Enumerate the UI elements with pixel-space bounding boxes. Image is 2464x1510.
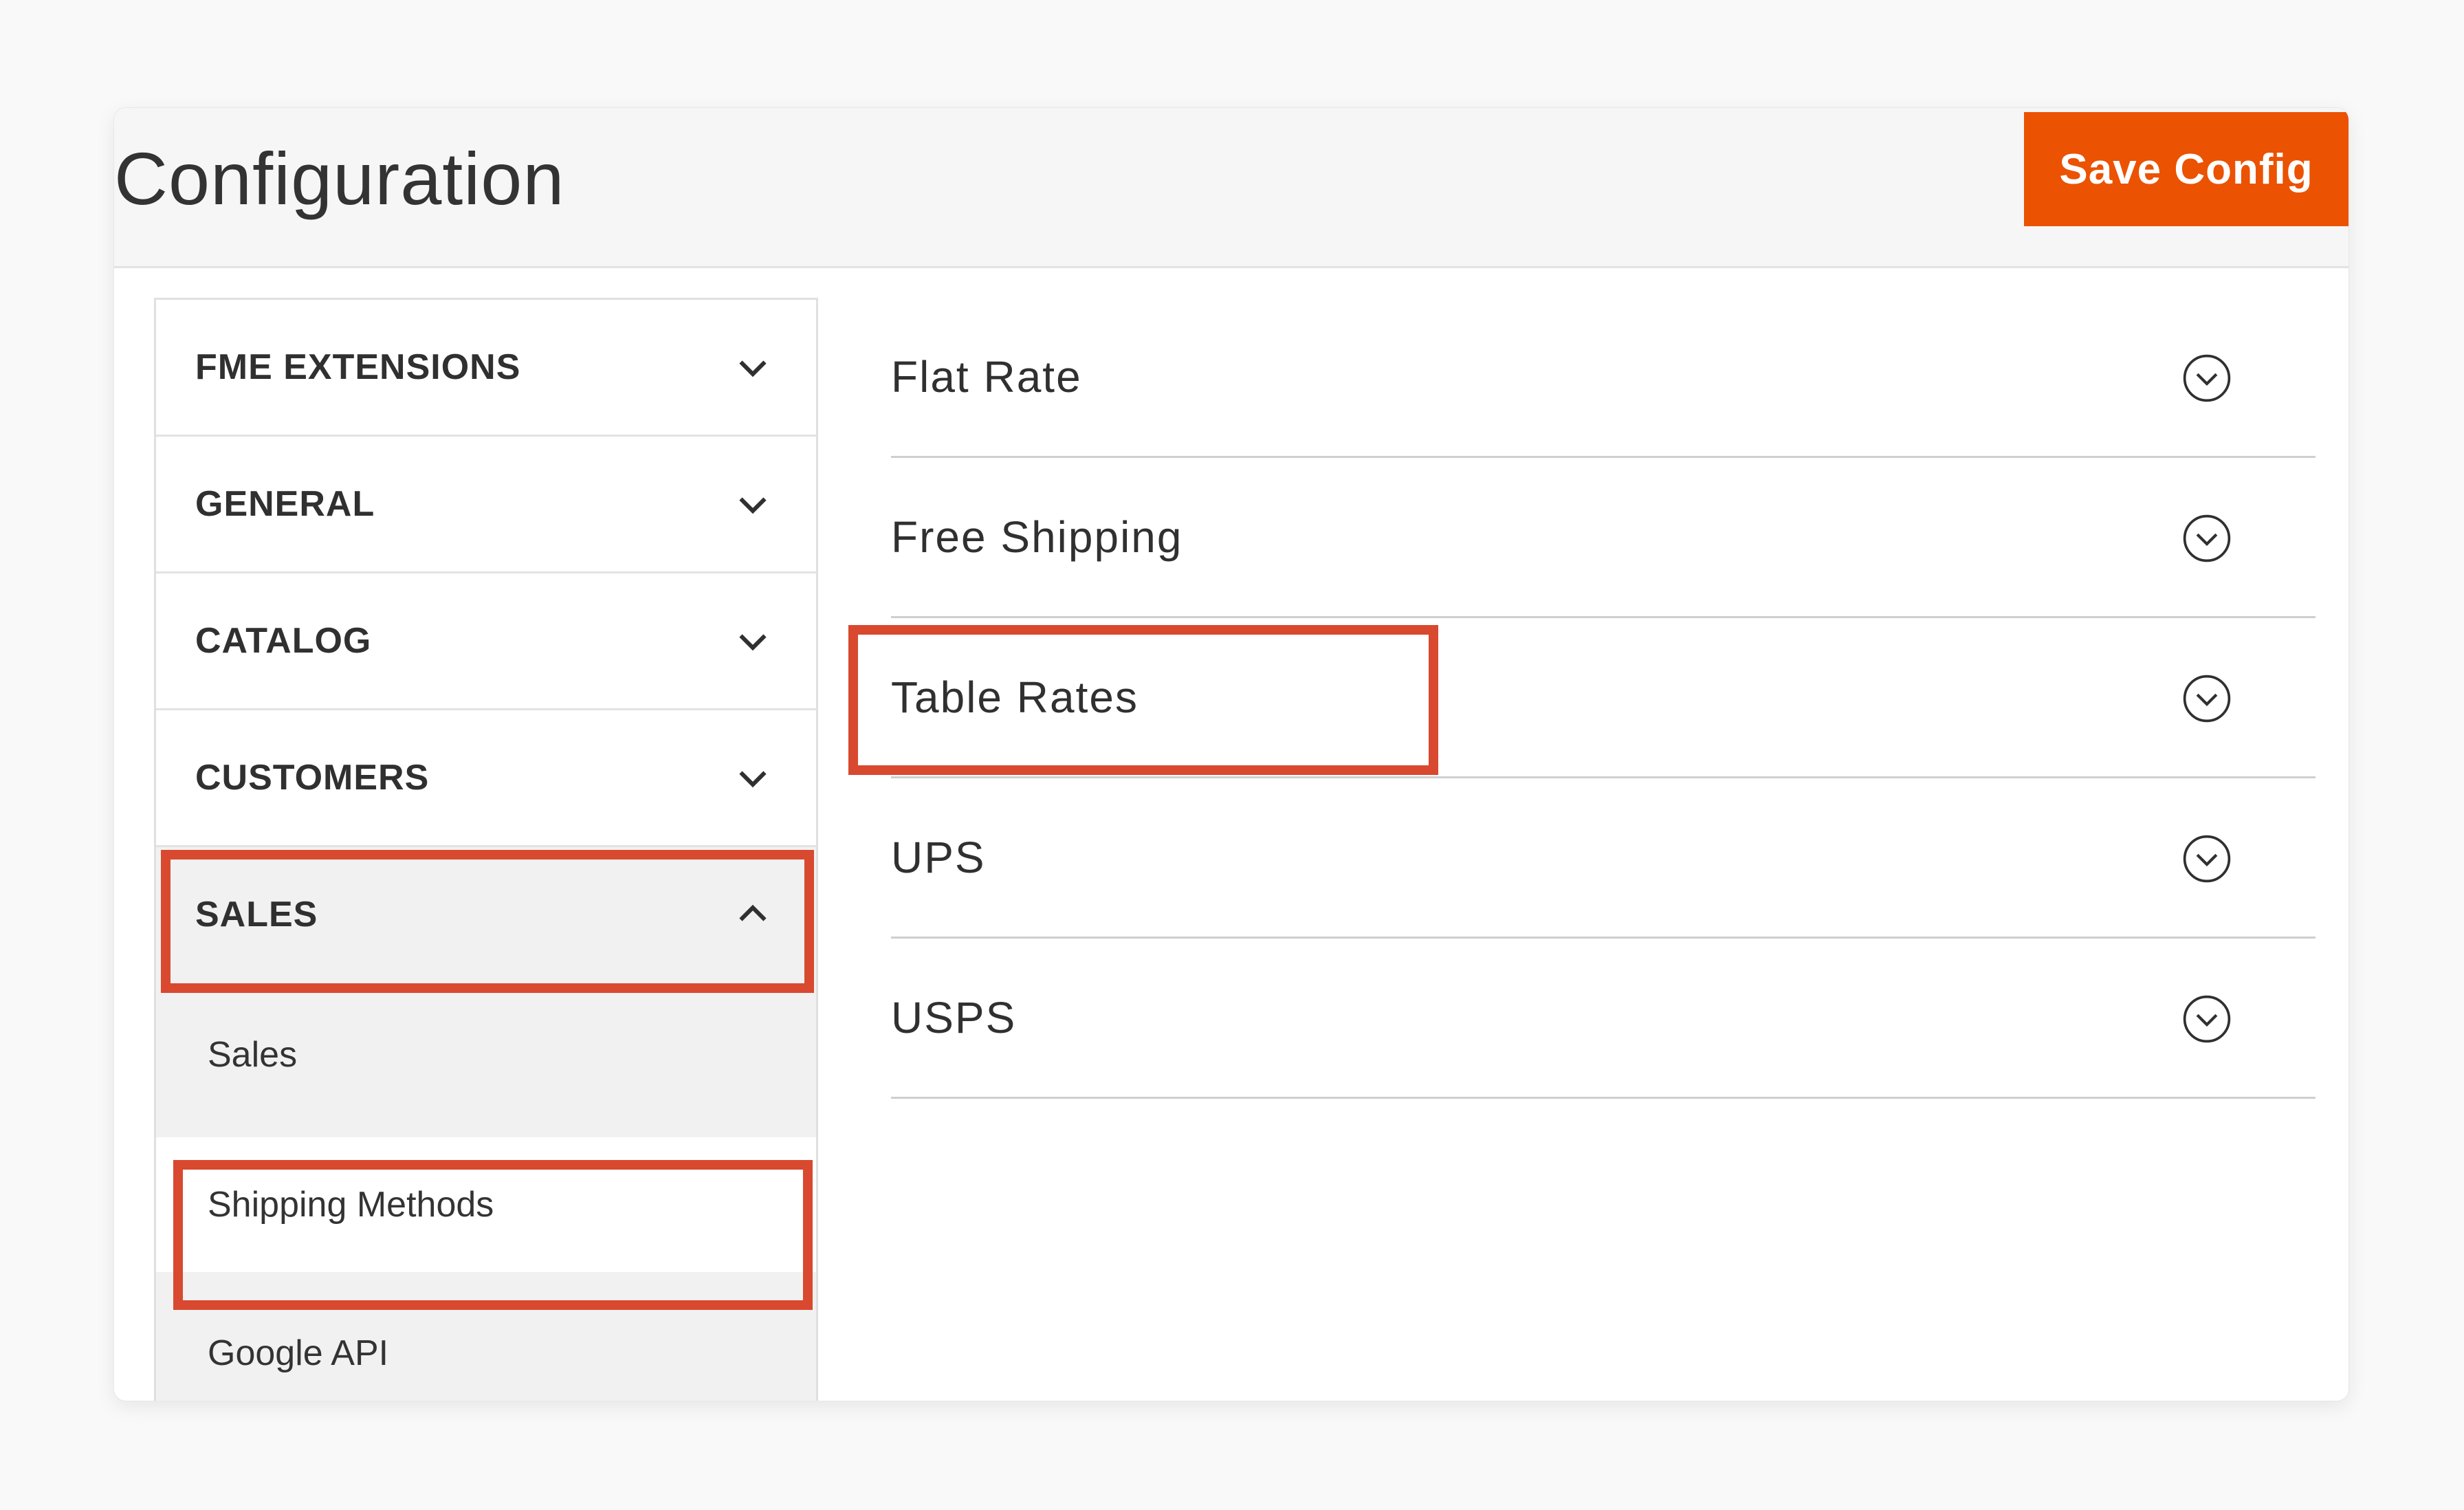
sidebar-subitem-label: Google API <box>208 1333 389 1373</box>
sidebar-subitem-label: Sales <box>208 1035 298 1075</box>
section-title: Table Rates <box>891 672 1138 722</box>
sidebar-item-label: SALES <box>195 895 318 934</box>
circle-chevron-down-icon[interactable] <box>2181 994 2232 1044</box>
chevron-down-icon <box>739 497 767 514</box>
sidebar-subitem-shipping-methods[interactable]: Shipping Methods <box>156 1137 816 1272</box>
section-table-rates[interactable]: Table Rates <box>891 618 2316 778</box>
config-sidebar: FME EXTENSIONS GENERAL CATALOG CUSTOMERS <box>154 298 818 1401</box>
circle-chevron-down-icon[interactable] <box>2181 353 2232 404</box>
sidebar-subitem-sales[interactable]: Sales <box>156 987 816 1122</box>
sidebar-item-label: GENERAL <box>195 484 375 524</box>
section-free-shipping[interactable]: Free Shipping <box>891 458 2316 618</box>
sidebar-item-general[interactable]: GENERAL <box>156 437 816 573</box>
sidebar-item-label: CATALOG <box>195 621 372 661</box>
chevron-down-icon <box>739 360 767 378</box>
sidebar-subitem-label: Shipping Methods <box>208 1185 494 1225</box>
section-usps[interactable]: USPS <box>891 939 2316 1099</box>
chevron-down-icon <box>739 634 767 651</box>
sidebar-item-fme-extensions[interactable]: FME EXTENSIONS <box>156 300 816 437</box>
section-ups[interactable]: UPS <box>891 778 2316 939</box>
section-title: Free Shipping <box>891 512 1183 562</box>
section-title: USPS <box>891 993 1017 1042</box>
sidebar-item-customers[interactable]: CUSTOMERS <box>156 710 816 847</box>
circle-chevron-down-icon[interactable] <box>2181 673 2232 724</box>
sidebar-item-sales[interactable]: SALES <box>156 847 816 982</box>
sidebar-item-label: FME EXTENSIONS <box>195 347 521 387</box>
sidebar-item-catalog[interactable]: CATALOG <box>156 573 816 710</box>
chevron-up-icon <box>739 904 767 921</box>
circle-chevron-down-icon[interactable] <box>2181 513 2232 564</box>
save-config-button[interactable]: Save Config <box>2024 112 2348 226</box>
section-flat-rate[interactable]: Flat Rate <box>891 298 2316 458</box>
section-title: UPS <box>891 833 986 882</box>
page-title: Configuration <box>114 137 565 220</box>
section-title: Flat Rate <box>891 352 1082 402</box>
sidebar-item-label: CUSTOMERS <box>195 758 430 798</box>
page-header: Configuration Save Config <box>114 108 2348 268</box>
shipping-methods-sections: Flat Rate Free Shipping Table Rates UPS <box>891 298 2316 1329</box>
circle-chevron-down-icon[interactable] <box>2181 833 2232 884</box>
sidebar-subitem-google-api[interactable]: Google API <box>156 1286 816 1401</box>
chevron-down-icon <box>739 771 767 788</box>
configuration-panel: Configuration Save Config FME EXTENSIONS… <box>113 107 2349 1401</box>
